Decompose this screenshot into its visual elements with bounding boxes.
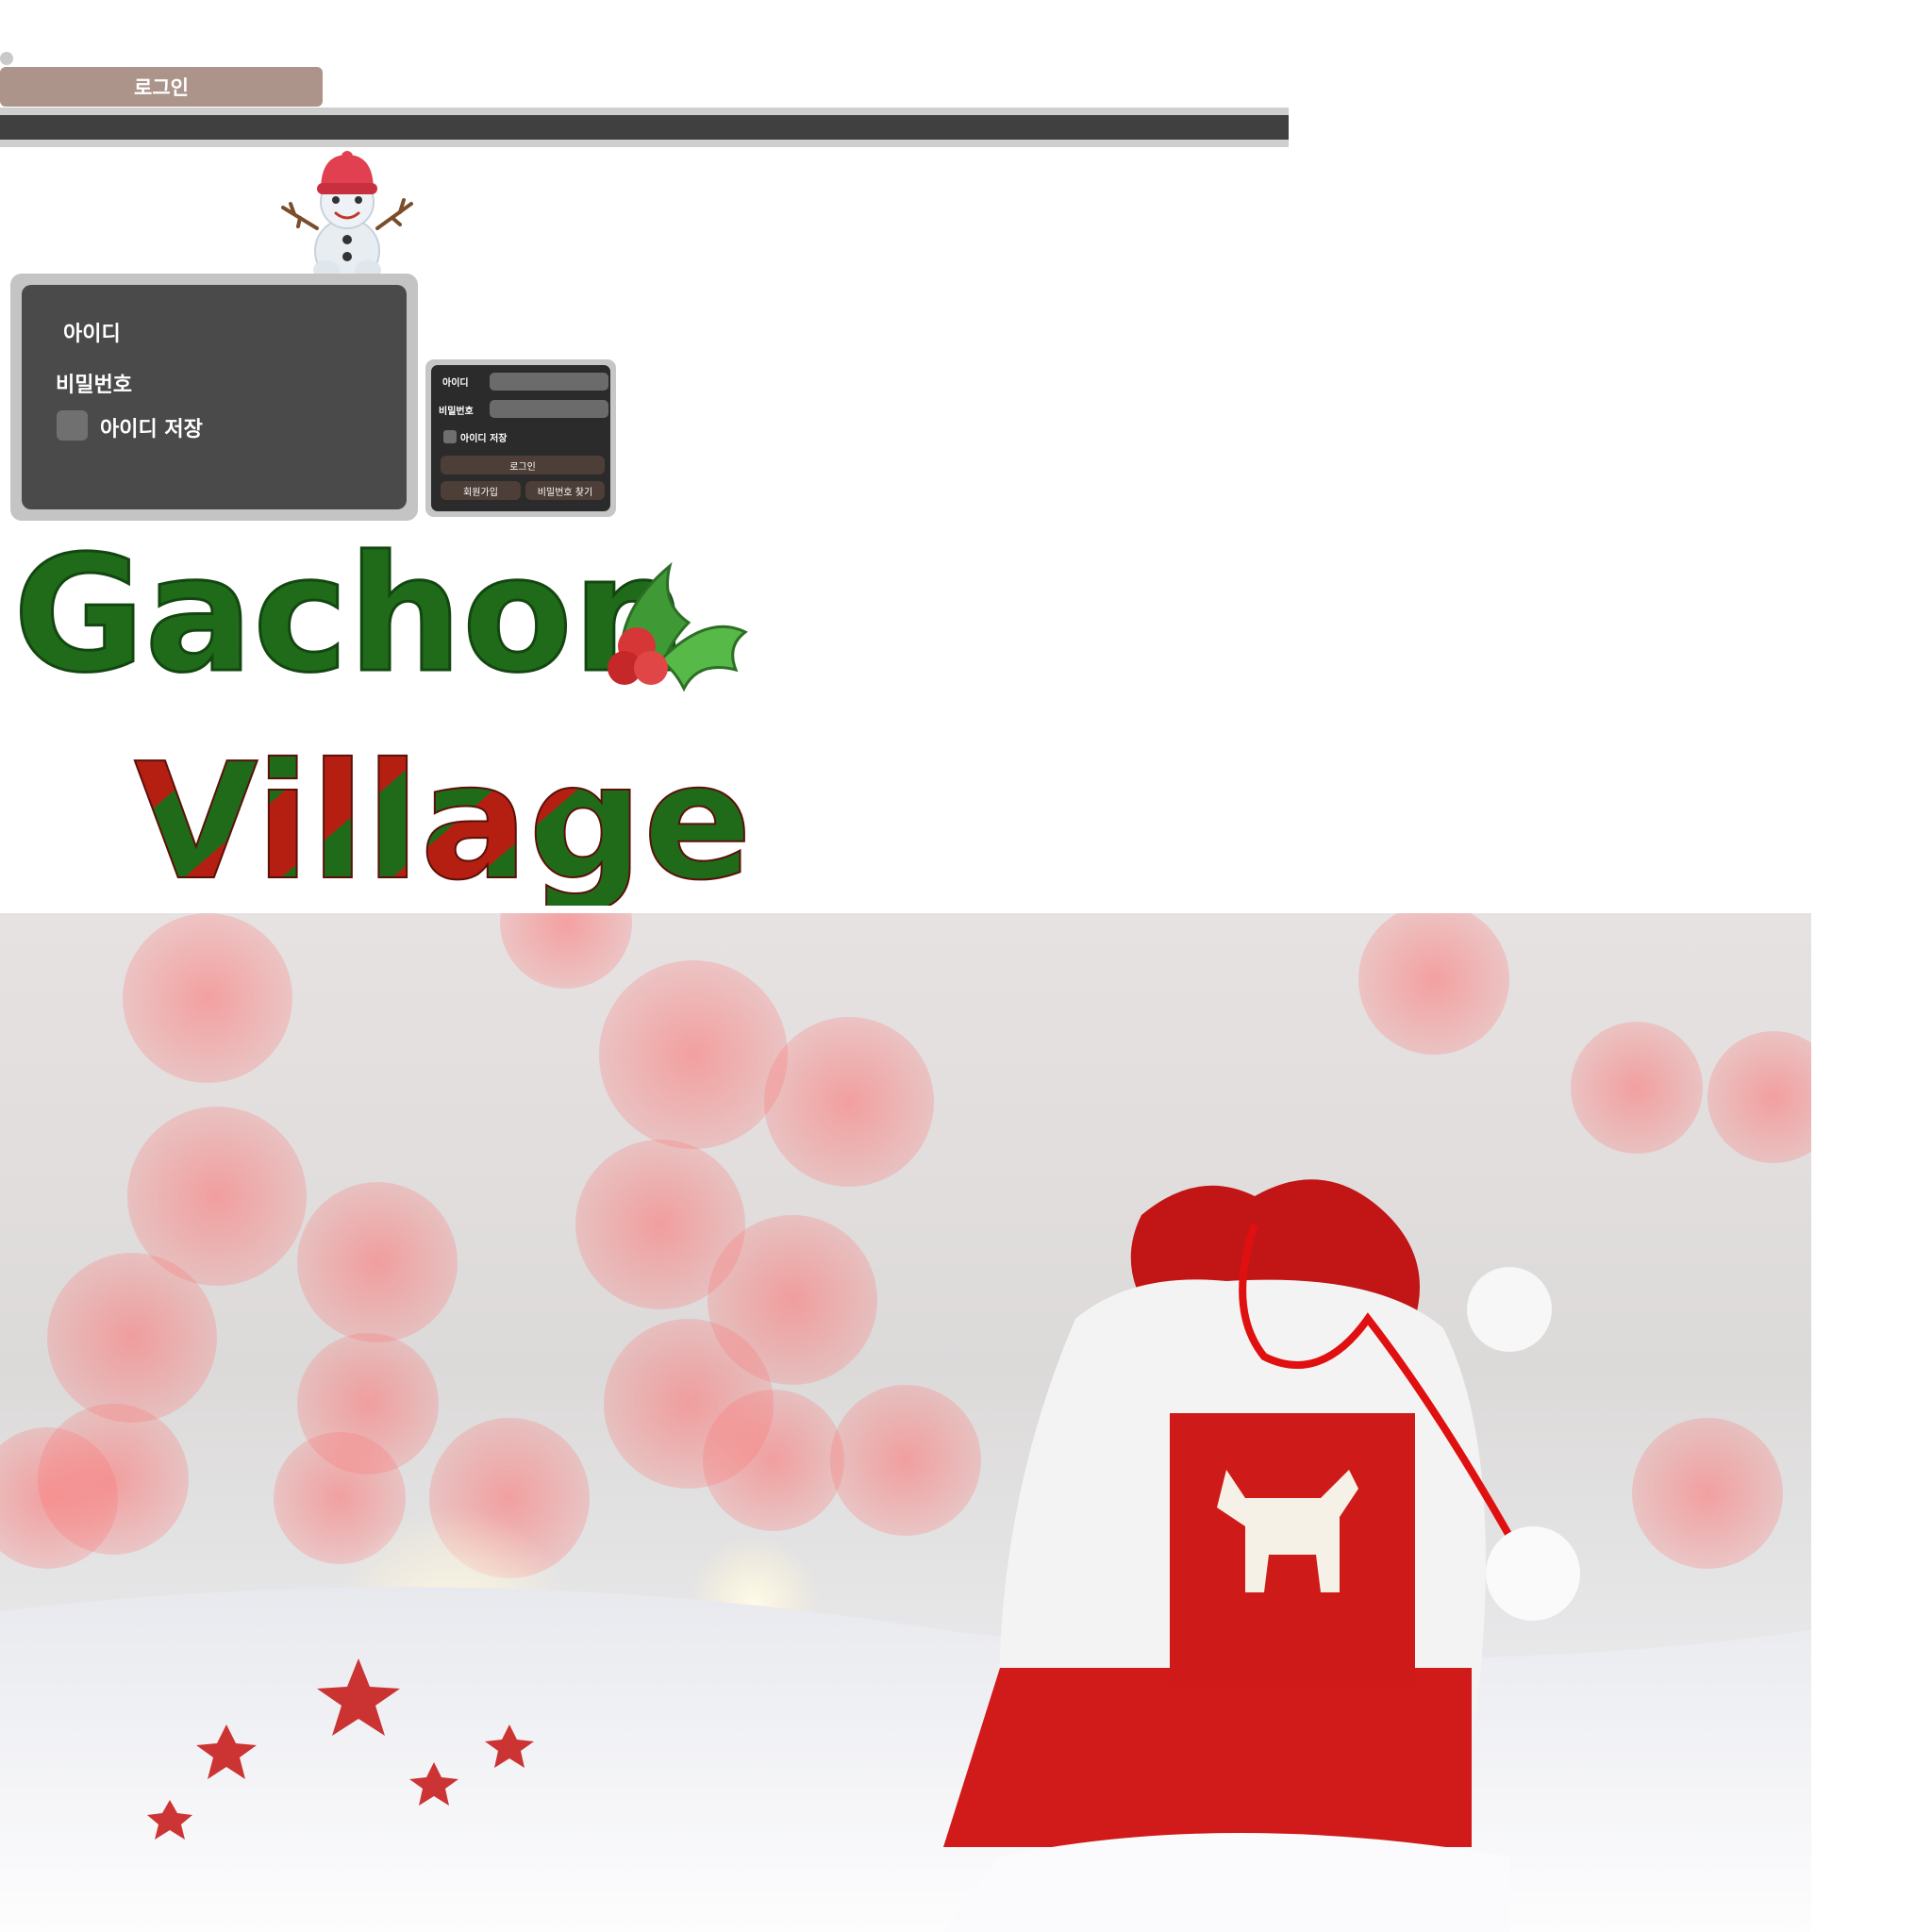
logo-line-2: Village [134,729,752,906]
logo-line-1: Gachon [13,528,687,708]
card-login-button[interactable]: 로그인 [441,456,605,475]
card-id-label: 아이디 [442,378,469,389]
login-card-inner: 아이디 비밀번호 아이디 저장 로그인 회원가입 비밀번호 찾기 [431,365,610,511]
login-panel-inner: 아이디 비밀번호 아이디 저장 [22,285,407,509]
id-label: 아이디 [63,323,121,346]
card-password-input[interactable] [490,400,608,418]
login-panel: 아이디 비밀번호 아이디 저장 [10,274,418,521]
save-id-checkbox[interactable] [57,410,88,441]
find-password-button[interactable]: 비밀번호 찾기 [525,481,605,500]
status-dot [0,52,13,65]
hero-image [0,913,1811,1932]
header-login-button[interactable]: 로그인 [0,67,323,107]
top-navigation-bar [0,108,1289,147]
password-label: 비밀번호 [56,374,132,397]
signup-button[interactable]: 회원가입 [441,481,521,500]
card-save-id-checkbox[interactable] [443,430,457,443]
login-card: 아이디 비밀번호 아이디 저장 로그인 회원가입 비밀번호 찾기 [425,359,616,517]
card-password-label: 비밀번호 [439,407,474,417]
card-save-id-label: 아이디 저장 [460,434,508,444]
card-id-input[interactable] [490,373,608,391]
save-id-label: 아이디 저장 [100,418,203,441]
snowman-icon [281,151,413,279]
site-logo: Gachon Village [12,528,754,906]
christmas-gift-bag-photo [0,913,1811,1932]
